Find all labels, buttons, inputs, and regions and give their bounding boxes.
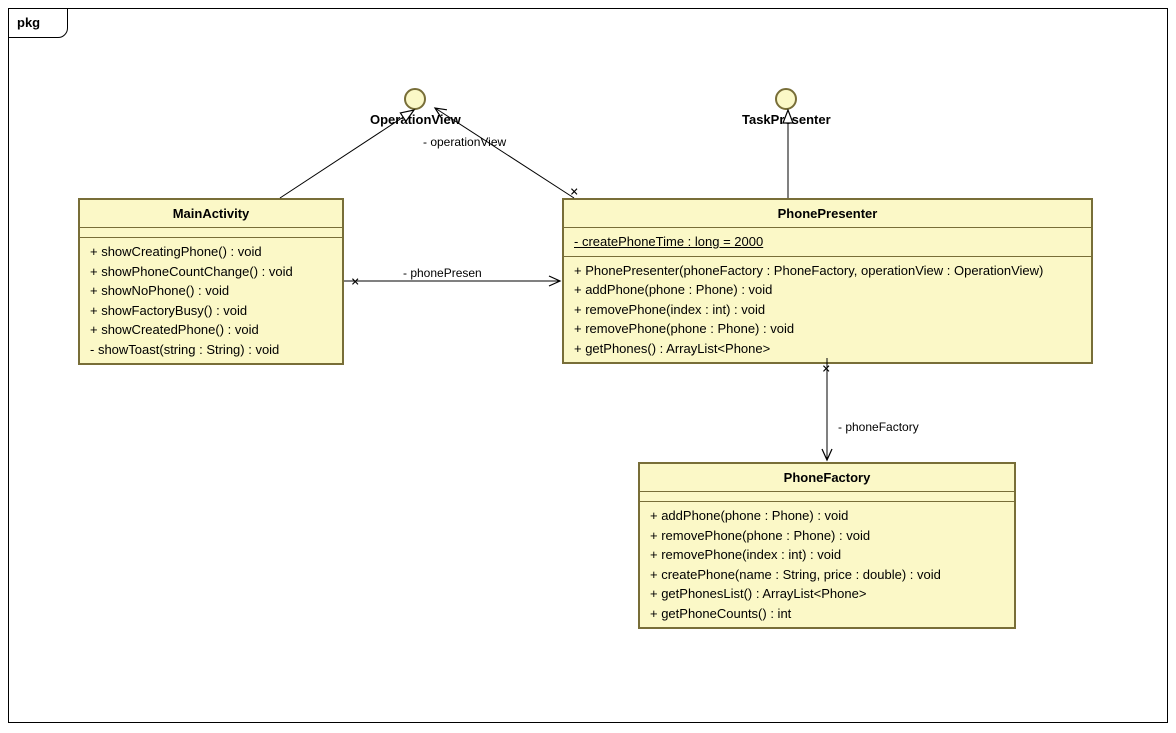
class-main-activity: MainActivity + showCreatingPhone() : voi…	[78, 198, 344, 365]
operation: + getPhoneCounts() : int	[650, 604, 1004, 624]
operation: + removePhone(index : int) : void	[650, 545, 1004, 565]
class-attributes: - createPhoneTime : long = 2000	[564, 228, 1091, 257]
interface-task-presenter: TaskPresenter	[742, 88, 831, 127]
operation: + getPhonesList() : ArrayList<Phone>	[650, 584, 1004, 604]
operation: + getPhones() : ArrayList<Phone>	[574, 339, 1081, 359]
role-operation-view: - operationView	[423, 135, 506, 149]
operation: + showPhoneCountChange() : void	[90, 262, 332, 282]
attribute-static: - createPhoneTime : long = 2000	[574, 232, 1081, 252]
class-phone-factory: PhoneFactory + addPhone(phone : Phone) :…	[638, 462, 1016, 629]
interface-operation-view: OperationView	[370, 88, 461, 127]
operation: + removePhone(phone : Phone) : void	[650, 526, 1004, 546]
operation: + showCreatedPhone() : void	[90, 320, 332, 340]
operation: - showToast(string : String) : void	[90, 340, 332, 360]
role-phone-factory: - phoneFactory	[838, 420, 919, 434]
operation: + removePhone(index : int) : void	[574, 300, 1081, 320]
class-attributes-empty	[80, 228, 342, 238]
operation: + showFactoryBusy() : void	[90, 301, 332, 321]
class-title: MainActivity	[80, 200, 342, 228]
operation: + showCreatingPhone() : void	[90, 242, 332, 262]
class-operations: + showCreatingPhone() : void + showPhone…	[80, 238, 342, 363]
class-operations: + PhonePresenter(phoneFactory : PhoneFac…	[564, 257, 1091, 363]
interface-circle-icon	[775, 88, 797, 110]
package-label: pkg	[17, 15, 40, 30]
operation: + PhonePresenter(phoneFactory : PhoneFac…	[574, 261, 1081, 281]
class-phone-presenter: PhonePresenter - createPhoneTime : long …	[562, 198, 1093, 364]
interface-circle-icon	[404, 88, 426, 110]
interface-label: OperationView	[370, 112, 461, 127]
operation: + addPhone(phone : Phone) : void	[574, 280, 1081, 300]
interface-label: TaskPresenter	[742, 112, 831, 127]
package-tab: pkg	[8, 8, 68, 38]
class-operations: + addPhone(phone : Phone) : void + remov…	[640, 502, 1014, 627]
class-attributes-empty	[640, 492, 1014, 502]
class-title: PhoneFactory	[640, 464, 1014, 492]
role-phone-presenter: - phonePresen	[403, 266, 482, 280]
operation: + addPhone(phone : Phone) : void	[650, 506, 1004, 526]
class-title: PhonePresenter	[564, 200, 1091, 228]
operation: + showNoPhone() : void	[90, 281, 332, 301]
operation: + createPhone(name : String, price : dou…	[650, 565, 1004, 585]
operation: + removePhone(phone : Phone) : void	[574, 319, 1081, 339]
